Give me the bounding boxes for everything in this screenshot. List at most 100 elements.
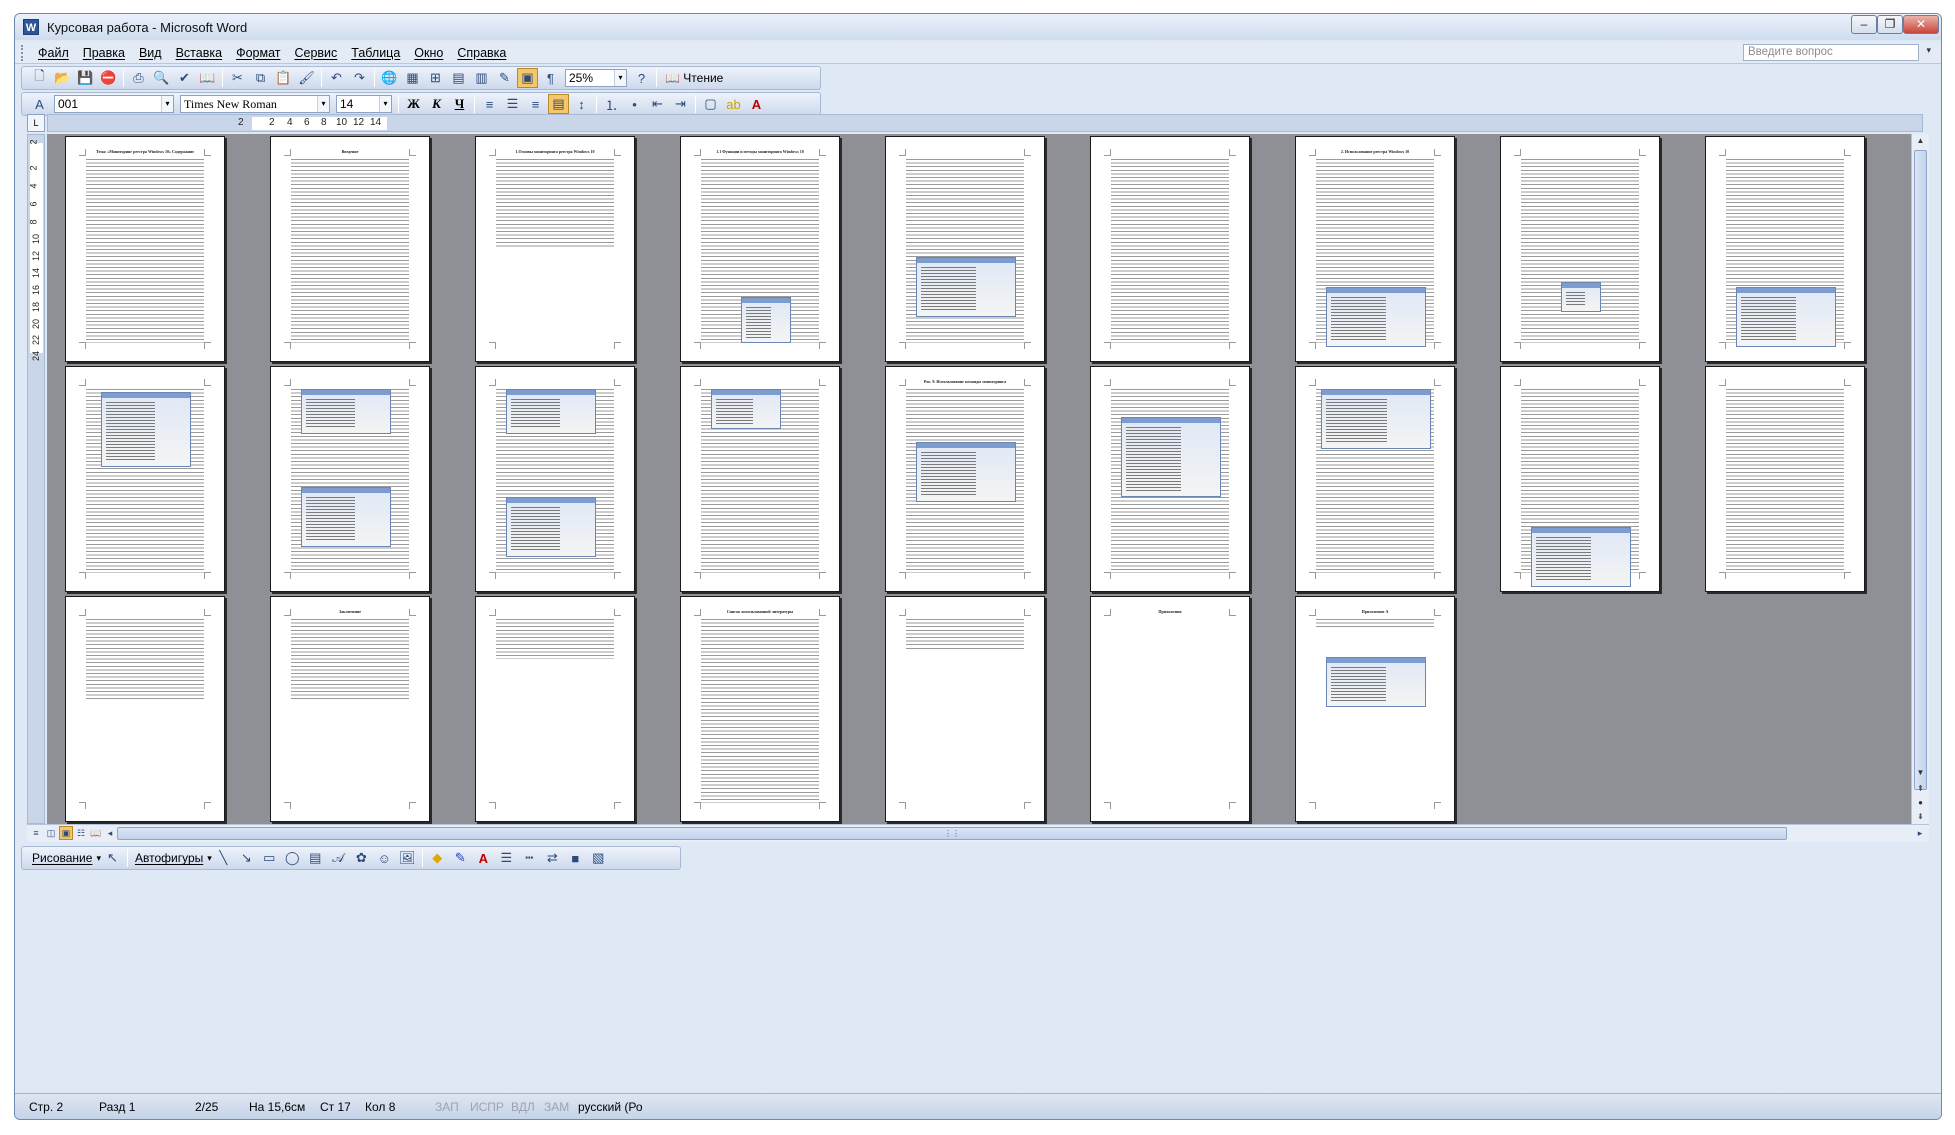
format-painter-icon[interactable]: 🖌	[296, 68, 317, 88]
page-thumbnail[interactable]: 1.Основы мониторинга реестра Windows 10	[475, 136, 635, 362]
page-thumbnail[interactable]	[65, 366, 225, 592]
chevron-down-icon[interactable]: ▾	[379, 96, 391, 112]
align-left-icon[interactable]: ≡	[479, 94, 500, 114]
page-thumbnail[interactable]: Приложения	[1090, 596, 1250, 822]
align-center-icon[interactable]: ☰	[502, 94, 523, 114]
permission-icon[interactable]: ⛔	[98, 68, 119, 88]
wordart-icon[interactable]: 𝒜	[328, 848, 349, 868]
new-document-icon[interactable]: 🗋	[29, 68, 50, 88]
menu-insert[interactable]: Вставка	[169, 46, 229, 60]
undo-icon[interactable]: ↶	[326, 68, 347, 88]
line-color-icon[interactable]: ✎	[450, 848, 471, 868]
page-thumbnail[interactable]	[1705, 366, 1865, 592]
vertical-ruler[interactable]: 2 2 4 6 8 10 12 14 16 18 20 22 24	[27, 134, 45, 824]
menu-file[interactable]: Файл	[31, 46, 76, 60]
align-right-icon[interactable]: ≡	[525, 94, 546, 114]
spelling-icon[interactable]: ✔	[174, 68, 195, 88]
document-area[interactable]: Тема: «Мониторинг реестра Windows 10» Со…	[47, 134, 1923, 824]
save-icon[interactable]: 💾	[75, 68, 96, 88]
chevron-down-icon[interactable]: ▾	[317, 96, 329, 112]
diagram-icon[interactable]: ✿	[351, 848, 372, 868]
menu-edit[interactable]: Правка	[76, 46, 132, 60]
line-style-icon[interactable]: ☰	[496, 848, 517, 868]
next-page-icon[interactable]: ⇟	[1914, 810, 1927, 824]
web-view-icon[interactable]: ◫	[44, 826, 58, 840]
style-combo[interactable]: 001 ▾	[54, 95, 174, 113]
menu-table[interactable]: Таблица	[344, 46, 407, 60]
outline-view-icon[interactable]: ☷	[74, 826, 88, 840]
scroll-left-icon[interactable]: ◂	[103, 826, 117, 840]
font-size-combo[interactable]: 14 ▾	[336, 95, 392, 113]
drawing-icon[interactable]: ✎	[494, 68, 515, 88]
zoom-combo[interactable]: 25% ▾	[565, 69, 627, 87]
copy-icon[interactable]: ⧉	[250, 68, 271, 88]
page-thumbnail[interactable]: 1.1 Функции и методы мониторинга Windows…	[680, 136, 840, 362]
scroll-up-icon[interactable]: ▲	[1914, 134, 1927, 148]
word-app-icon[interactable]: W	[23, 19, 39, 35]
vertical-scrollbar[interactable]: ▲ ▼ ⇞ ● ⇟	[1911, 134, 1929, 824]
tables-borders-icon[interactable]: ▦	[402, 68, 423, 88]
show-hide-icon[interactable]: ¶	[540, 68, 561, 88]
font-color-icon[interactable]: A	[473, 848, 494, 868]
browse-object-icon[interactable]: ●	[1914, 796, 1927, 810]
scroll-right-icon[interactable]: ▸	[1913, 826, 1927, 840]
borders-icon[interactable]: ▢	[700, 94, 721, 114]
dash-style-icon[interactable]: ┅	[519, 848, 540, 868]
research-icon[interactable]: 📖	[197, 68, 218, 88]
menu-format[interactable]: Формат	[229, 46, 287, 60]
insert-excel-icon[interactable]: ▤	[448, 68, 469, 88]
bullets-icon[interactable]: •	[624, 94, 645, 114]
restore-button[interactable]: ❐	[1877, 15, 1903, 34]
status-language[interactable]: русский (Ро	[578, 1100, 643, 1114]
chevron-down-icon[interactable]: ▾	[96, 853, 101, 864]
justify-icon[interactable]: ▤	[548, 94, 569, 114]
hyperlink-icon[interactable]: 🌐	[379, 68, 400, 88]
bold-button[interactable]: Ж	[403, 94, 424, 114]
page-thumbnail[interactable]	[1090, 366, 1250, 592]
page-thumbnail[interactable]	[1090, 136, 1250, 362]
increase-indent-icon[interactable]: ⇥	[670, 94, 691, 114]
page-thumbnail[interactable]	[680, 366, 840, 592]
page-thumbnail[interactable]	[885, 136, 1045, 362]
italic-button[interactable]: К	[426, 94, 447, 114]
decrease-indent-icon[interactable]: ⇤	[647, 94, 668, 114]
rectangle-icon[interactable]: ▭	[259, 848, 280, 868]
fill-color-icon[interactable]: ◆	[427, 848, 448, 868]
paste-icon[interactable]: 📋	[273, 68, 294, 88]
underline-button[interactable]: Ч	[449, 94, 470, 114]
page-thumbnail[interactable]: Приложение А	[1295, 596, 1455, 822]
highlight-icon[interactable]: ab	[723, 94, 744, 114]
horizontal-scrollbar[interactable]: ≡ ◫ ▣ ☷ 📖 ◂ ⋮⋮ ▸	[27, 824, 1929, 842]
columns-icon[interactable]: ▥	[471, 68, 492, 88]
page-thumbnail[interactable]: 2. Использование реестра Windows 10	[1295, 136, 1455, 362]
reading-view-icon[interactable]: 📖	[89, 826, 103, 840]
page-thumbnail[interactable]: Список использованной литературы	[680, 596, 840, 822]
select-objects-icon[interactable]: ↖	[102, 848, 123, 868]
menu-tools[interactable]: Сервис	[287, 46, 344, 60]
page-thumbnail[interactable]	[1500, 136, 1660, 362]
redo-icon[interactable]: ↷	[349, 68, 370, 88]
horizontal-ruler[interactable]: 2 2 4 6 8 10 12 14	[47, 114, 1923, 132]
status-extend[interactable]: ВДЛ	[511, 1100, 535, 1114]
insert-table-icon[interactable]: ⊞	[425, 68, 446, 88]
open-icon[interactable]: 📂	[52, 68, 73, 88]
3d-icon[interactable]: ▧	[588, 848, 609, 868]
menu-window[interactable]: Окно	[407, 46, 450, 60]
help-question-input[interactable]: Введите вопрос	[1743, 44, 1919, 61]
cut-icon[interactable]: ✂	[227, 68, 248, 88]
page-thumbnail[interactable]	[1500, 366, 1660, 592]
arrow-icon[interactable]: ↘	[236, 848, 257, 868]
print-preview-icon[interactable]: 🔍	[151, 68, 172, 88]
page-thumbnail[interactable]	[475, 596, 635, 822]
status-overtype[interactable]: ЗАМ	[544, 1100, 569, 1114]
oval-icon[interactable]: ◯	[282, 848, 303, 868]
tab-selector[interactable]: L	[27, 114, 45, 132]
font-color-icon[interactable]: A	[746, 94, 767, 114]
help-icon[interactable]: ?	[631, 68, 652, 88]
line-icon[interactable]: ╲	[213, 848, 234, 868]
status-record[interactable]: ЗАП	[435, 1100, 459, 1114]
page-thumbnail[interactable]: Введение	[270, 136, 430, 362]
print-view-icon[interactable]: ▣	[59, 826, 73, 840]
page-thumbnail[interactable]	[885, 596, 1045, 822]
page-thumbnail[interactable]: Заключение	[270, 596, 430, 822]
